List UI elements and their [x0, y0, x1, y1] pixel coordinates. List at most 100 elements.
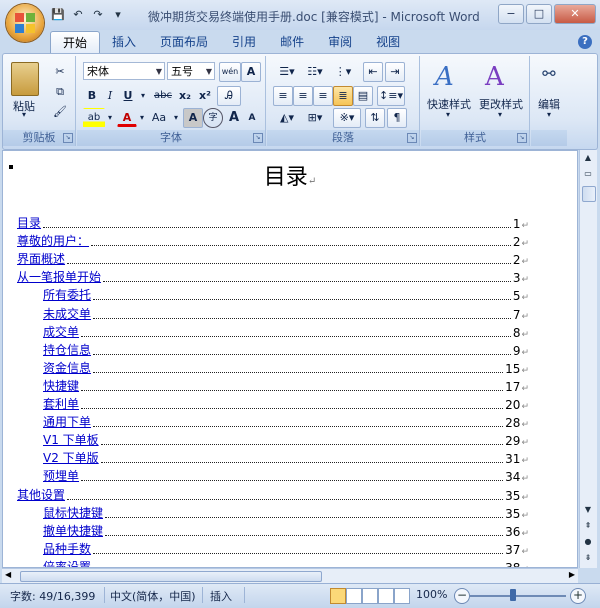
- underline-dropdown-icon[interactable]: ▾: [137, 86, 149, 106]
- toc-entry[interactable]: 套利单 20 ↵: [43, 394, 529, 412]
- toc-entry[interactable]: 快捷键 17 ↵: [43, 376, 529, 394]
- quick-styles-icon[interactable]: A: [435, 62, 463, 92]
- toc-entry[interactable]: 持仓信息 9 ↵: [43, 340, 529, 358]
- help-icon[interactable]: ?: [578, 35, 592, 49]
- tab-mailings[interactable]: 邮件: [268, 31, 316, 53]
- font-size-combo[interactable]: 五号 ▼: [167, 62, 215, 80]
- toc-entry[interactable]: 撤单快捷键 36 ↵: [43, 521, 529, 539]
- office-button[interactable]: [6, 4, 44, 42]
- toc-entry-title[interactable]: 未成交单: [43, 305, 91, 322]
- subscript-button[interactable]: x₂: [175, 86, 195, 106]
- document-page[interactable]: 目录↵ 目录 1 ↵ 尊敬的用户： 2 ↵ 界面概述 2 ↵ 从一笔报单开始 3 ↵ 所有委托 5 ↵ 未成交…: [2, 150, 578, 568]
- toc-entry-title[interactable]: 资金信息: [43, 359, 91, 376]
- toc-entry[interactable]: 界面概述 2 ↵: [17, 249, 529, 267]
- toc-entry[interactable]: 成交单 8 ↵: [43, 322, 529, 340]
- toc-entry-title[interactable]: 其他设置: [17, 486, 65, 503]
- toc-entry[interactable]: 品种手数 37 ↵: [43, 539, 529, 557]
- italic-button[interactable]: I: [101, 86, 119, 106]
- toc-entry[interactable]: 倍率设置38↵: [43, 557, 529, 567]
- toc-entry-title[interactable]: 品种手数: [43, 540, 91, 557]
- toc-entry-title[interactable]: 尊敬的用户：: [17, 232, 89, 249]
- toc-entry-title[interactable]: 目录: [17, 214, 41, 231]
- toc-entry-title[interactable]: 通用下单: [43, 413, 91, 430]
- clear-formatting-icon[interactable]: Ꭿ: [217, 86, 241, 106]
- scroll-down-icon[interactable]: ▼: [582, 504, 594, 516]
- minimize-button[interactable]: −: [498, 4, 524, 24]
- font-color-dropdown-icon[interactable]: ▾: [137, 108, 147, 128]
- bold-button[interactable]: B: [83, 86, 101, 106]
- zoom-slider-thumb[interactable]: [510, 589, 517, 601]
- binoculars-icon[interactable]: ⚯: [539, 64, 559, 84]
- toc-entry-title[interactable]: V2 下单版: [43, 449, 99, 466]
- close-button[interactable]: ✕: [554, 4, 596, 24]
- scroll-left-icon[interactable]: ◀: [5, 570, 11, 579]
- horizontal-scroll-thumb[interactable]: [20, 571, 322, 582]
- decrease-indent-icon[interactable]: ⇤: [363, 62, 383, 82]
- paragraph-launcher-icon[interactable]: ↘: [407, 133, 417, 143]
- align-left-icon[interactable]: ≡: [273, 86, 293, 106]
- toc-entry[interactable]: 目录 1 ↵: [17, 213, 529, 231]
- shrink-font-button[interactable]: A: [243, 108, 261, 128]
- customize-icon[interactable]: ▾: [110, 7, 126, 23]
- toc-entry-title[interactable]: 界面概述: [17, 250, 65, 267]
- change-case-button[interactable]: Aa: [147, 108, 171, 128]
- toc-entry-title[interactable]: 成交单: [43, 323, 79, 340]
- toc-entry-title[interactable]: 从一笔报单开始: [17, 268, 101, 285]
- undo-icon[interactable]: ↶: [70, 7, 86, 23]
- highlight-dropdown-icon[interactable]: ▾: [105, 108, 115, 128]
- toc-entry[interactable]: V1 下单板 29 ↵: [43, 430, 529, 448]
- change-styles-icon[interactable]: A: [485, 62, 513, 92]
- zoom-level[interactable]: 100%: [416, 588, 447, 601]
- toc-entry-title[interactable]: 鼠标快捷键: [43, 504, 103, 521]
- increase-indent-icon[interactable]: ⇥: [385, 62, 405, 82]
- format-painter-icon[interactable]: 🖌: [51, 102, 69, 122]
- phonetic-guide-button[interactable]: wén: [219, 62, 241, 82]
- align-right-icon[interactable]: ≡: [313, 86, 333, 106]
- draft-view-icon[interactable]: [394, 588, 410, 604]
- toc-entry-title[interactable]: 预埋单: [43, 467, 79, 484]
- toc-entry[interactable]: V2 下单版 31 ↵: [43, 448, 529, 466]
- styles-launcher-icon[interactable]: ↘: [517, 133, 527, 143]
- full-screen-reading-view-icon[interactable]: [346, 588, 362, 604]
- font-name-combo[interactable]: 宋体 ▼: [83, 62, 165, 80]
- toc-entry[interactable]: 未成交单 7 ↵: [43, 304, 529, 322]
- tab-home[interactable]: 开始: [50, 31, 101, 54]
- zoom-out-icon[interactable]: −: [454, 588, 470, 604]
- vertical-scroll-thumb[interactable]: [582, 186, 596, 202]
- zoom-slider-track[interactable]: [470, 595, 566, 597]
- outline-view-icon[interactable]: [378, 588, 394, 604]
- web-layout-view-icon[interactable]: [362, 588, 378, 604]
- select-browse-object-icon[interactable]: ●: [582, 536, 594, 548]
- cut-icon[interactable]: ✂: [51, 62, 69, 82]
- character-shading-button[interactable]: A: [183, 108, 203, 128]
- shading-icon[interactable]: ◭▾: [273, 108, 301, 128]
- maximize-button[interactable]: □: [526, 4, 552, 24]
- toc-entry[interactable]: 预埋单 34 ↵: [43, 466, 529, 484]
- highlight-button[interactable]: ab: [83, 108, 105, 128]
- strikethrough-button[interactable]: abc: [151, 86, 175, 106]
- justify-icon[interactable]: ≣: [333, 86, 353, 106]
- toc-entry-title[interactable]: 所有委托: [43, 286, 91, 303]
- previous-page-icon[interactable]: ⇞: [582, 520, 594, 532]
- paste-icon[interactable]: [11, 62, 39, 96]
- underline-button[interactable]: U: [119, 86, 137, 106]
- line-spacing-icon[interactable]: ↕≡▾: [377, 86, 405, 106]
- clipboard-launcher-icon[interactable]: ↘: [63, 133, 73, 143]
- ruler-toggle-icon[interactable]: ▭: [582, 168, 594, 180]
- bullets-icon[interactable]: ☰▾: [273, 62, 301, 82]
- word-count[interactable]: 字数: 49/16,399: [10, 588, 95, 604]
- copy-icon[interactable]: ⧉: [51, 82, 69, 102]
- font-launcher-icon[interactable]: ↘: [253, 133, 263, 143]
- toc-entry[interactable]: 鼠标快捷键 35 ↵: [43, 503, 529, 521]
- editing-dropdown-icon[interactable]: ▾: [544, 110, 554, 119]
- show-marks-icon[interactable]: ¶: [387, 108, 407, 128]
- case-dropdown-icon[interactable]: ▾: [171, 108, 181, 128]
- redo-icon[interactable]: ↷: [90, 7, 106, 23]
- tab-references[interactable]: 引用: [220, 31, 268, 53]
- language-indicator[interactable]: 中文(简体，中国): [110, 588, 196, 604]
- horizontal-scrollbar[interactable]: ◀ ▶: [2, 568, 578, 583]
- chinese-layout-icon[interactable]: ※▾: [333, 108, 361, 128]
- toc-entry[interactable]: 从一笔报单开始 3 ↵: [17, 267, 529, 285]
- tab-page-layout[interactable]: 页面布局: [148, 31, 220, 53]
- numbering-icon[interactable]: ☷▾: [301, 62, 329, 82]
